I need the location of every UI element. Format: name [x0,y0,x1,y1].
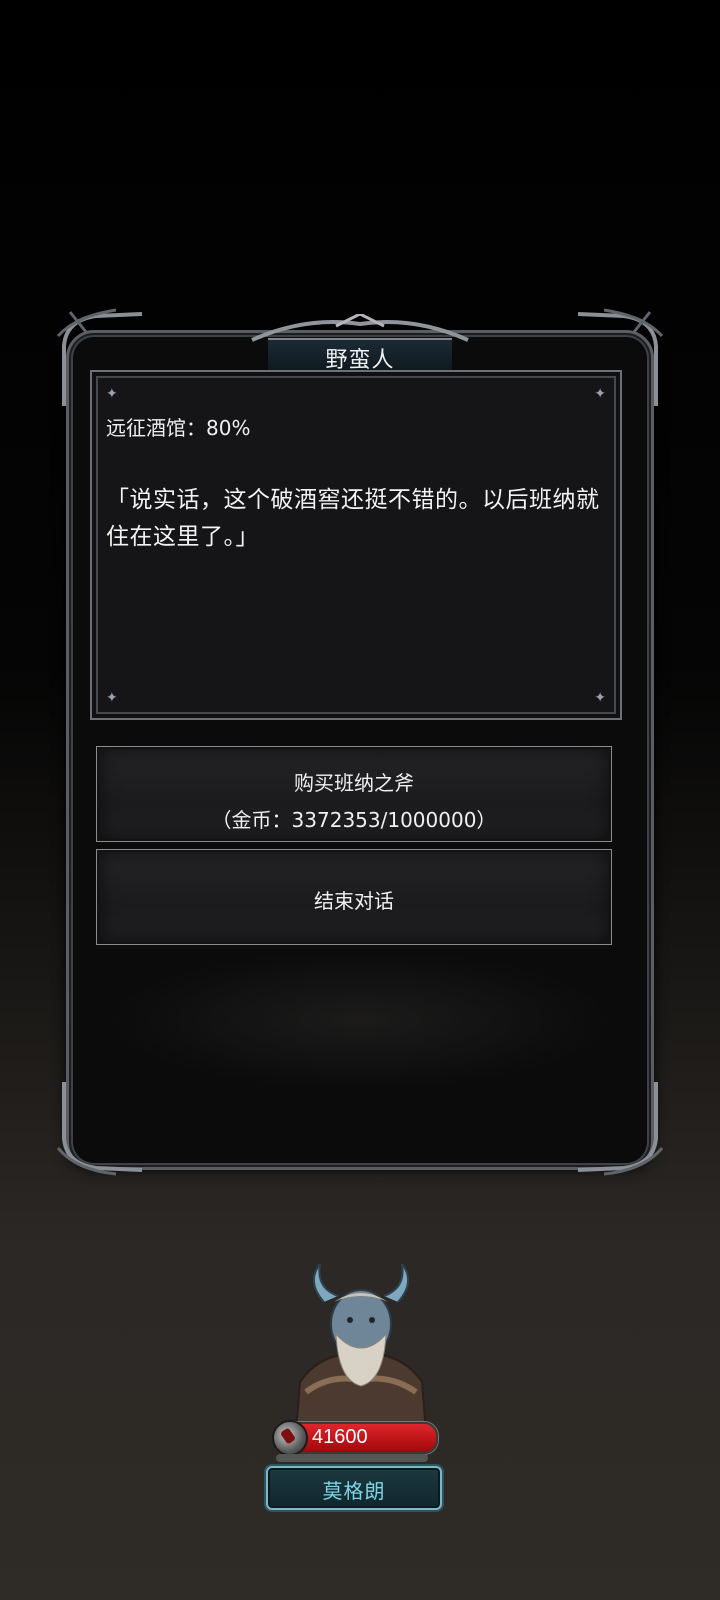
sparkle-icon: ✦ [106,690,118,706]
hero-sub-bar [276,1454,428,1462]
gold-cost-label: （金币：3372353/1000000） [211,808,497,832]
hero-card[interactable]: 41600 莫格朗 [262,1262,458,1512]
sword-icon [272,1420,308,1456]
end-dialog-button[interactable]: 结束对话 [96,849,612,945]
sparkle-icon: ✦ [594,386,606,402]
buy-axe-label: 购买班纳之斧 [294,771,414,795]
frame-ornament-bottom-right [577,1082,664,1176]
hero-power-bar: 41600 [272,1420,438,1456]
hero-power-value: 41600 [312,1426,368,1448]
buy-axe-button[interactable]: 购买班纳之斧 （金币：3372353/1000000） [96,746,612,842]
npc-speech: 「说实话，这个破酒窖还挺不错的。以后班纳就住在这里了。」 [106,487,600,550]
dialog-title-bar: 野蛮人 [246,314,474,378]
frame-ornament-bottom-left [56,1082,143,1176]
sparkle-icon: ✦ [106,386,118,402]
hero-portrait [294,1263,428,1432]
hero-name-plate[interactable]: 莫格朗 [266,1466,442,1510]
speech-panel: ✦ ✦ ✦ ✦ 远征酒馆：80% 「说实话，这个破酒窖还挺不错的。以后班纳就住在… [90,370,622,720]
sparkle-icon: ✦ [594,690,606,706]
background-smoke [110,950,610,1090]
end-dialog-label: 结束对话 [314,889,394,913]
affinity-status: 远征酒馆：80% [106,416,251,440]
hero-name: 莫格朗 [322,1479,386,1503]
